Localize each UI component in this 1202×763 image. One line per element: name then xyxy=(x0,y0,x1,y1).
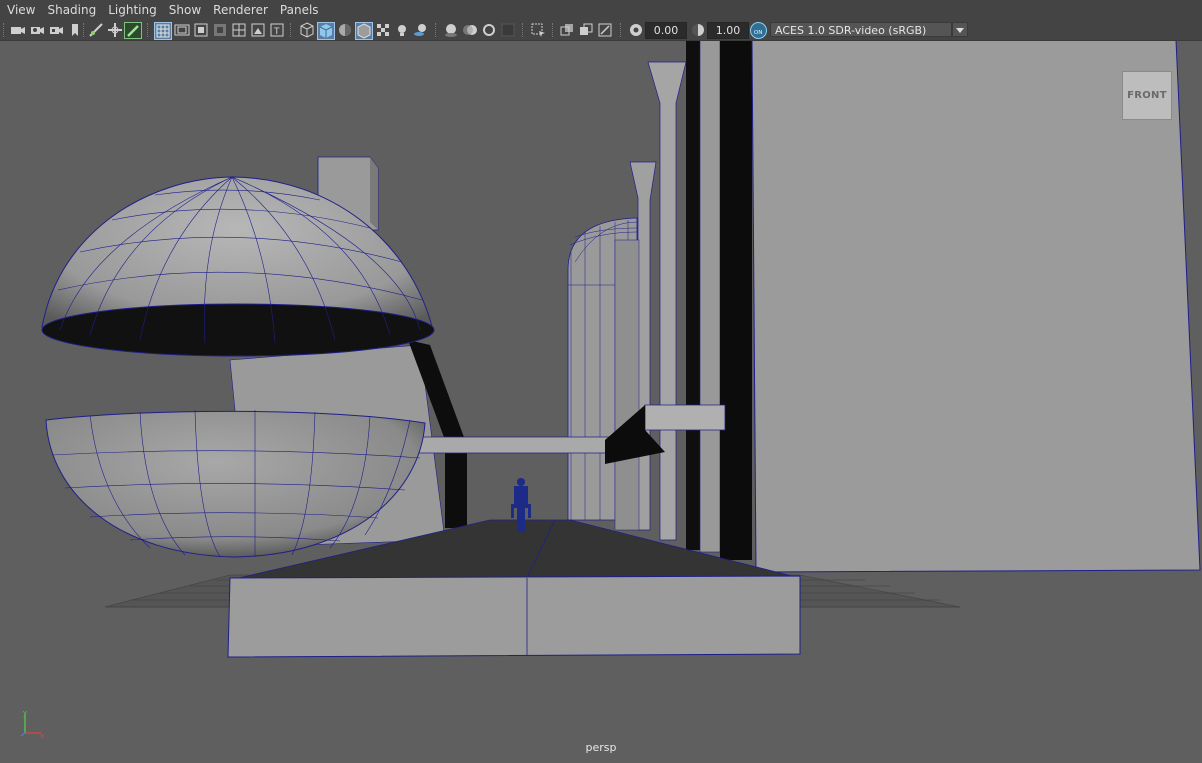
default-material-icon[interactable] xyxy=(337,22,353,38)
menu-panels[interactable]: Panels xyxy=(274,0,325,20)
3d-viewport[interactable]: FRONT y x persp xyxy=(0,41,1202,763)
menu-renderer[interactable]: Renderer xyxy=(207,0,274,20)
bridge xyxy=(417,436,621,454)
xray-active-icon[interactable] xyxy=(578,22,594,38)
shadows-icon[interactable] xyxy=(413,22,429,38)
axis-indicator: y x xyxy=(20,709,44,739)
grease-pencil-icon[interactable] xyxy=(124,22,142,39)
toolbar-separator xyxy=(552,23,555,37)
menu-show[interactable]: Show xyxy=(163,0,207,20)
toolbar-separator xyxy=(620,23,623,37)
toolbar-separator xyxy=(435,23,438,37)
color-management-icon[interactable]: ON xyxy=(750,22,767,39)
panel-menubar: View Shading Lighting Show Renderer Pane… xyxy=(0,0,1202,20)
camera-name-label: persp xyxy=(585,741,617,754)
toolbar-separator xyxy=(83,23,86,37)
chevron-down-icon xyxy=(956,27,964,33)
svg-text:T: T xyxy=(273,27,280,37)
depth-of-field-icon[interactable] xyxy=(500,22,516,38)
panel-toolbar: T 0.00 1.00 ON ACES 1.0 SDR-video (sRGB) xyxy=(0,20,1202,41)
toolbar-separator xyxy=(3,23,6,37)
menu-lighting[interactable]: Lighting xyxy=(102,0,163,20)
bookmark-icon[interactable] xyxy=(67,22,83,38)
axis-x-label: x xyxy=(40,732,44,739)
svg-text:ON: ON xyxy=(754,29,763,35)
xray-joints-icon[interactable] xyxy=(597,22,613,38)
viewport-scene xyxy=(41,41,1201,658)
toolbar-separator xyxy=(290,23,293,37)
resolution-gate-icon[interactable] xyxy=(193,22,209,38)
wireframe-icon[interactable] xyxy=(299,22,315,38)
gamma-field[interactable]: 0.00 xyxy=(645,22,687,39)
2d-pan-zoom-icon[interactable] xyxy=(107,22,123,38)
right-wall xyxy=(751,41,1201,573)
anti-aliasing-icon[interactable] xyxy=(481,22,497,38)
toolbar-separator xyxy=(147,23,150,37)
lights-icon[interactable] xyxy=(394,22,410,38)
grid-icon[interactable] xyxy=(154,22,172,40)
isolate-select-icon[interactable] xyxy=(530,22,546,38)
exposure-icon[interactable] xyxy=(690,22,706,38)
exposure-field[interactable]: 1.00 xyxy=(707,22,749,39)
colorspace-dropdown-button[interactable] xyxy=(952,22,968,37)
platform xyxy=(227,575,801,658)
camera-attributes-icon[interactable] xyxy=(29,22,45,38)
camera-bookmark-icon[interactable] xyxy=(48,22,64,38)
gamma-icon[interactable] xyxy=(628,22,644,38)
viewcube[interactable]: FRONT xyxy=(1122,71,1172,120)
axis-y-label: y xyxy=(23,709,27,717)
safe-title-icon[interactable]: T xyxy=(269,22,285,38)
safe-action-icon[interactable] xyxy=(250,22,266,38)
toolbar-separator xyxy=(522,23,525,37)
menu-view[interactable]: View xyxy=(0,0,41,20)
camera-icon[interactable] xyxy=(10,22,26,38)
textured-icon[interactable] xyxy=(375,22,391,38)
film-gate-icon[interactable] xyxy=(174,22,190,38)
field-chart-icon[interactable] xyxy=(231,22,247,38)
image-plane-icon[interactable] xyxy=(88,22,104,38)
smooth-shade-icon[interactable] xyxy=(317,22,335,40)
menu-shading[interactable]: Shading xyxy=(41,0,102,20)
motion-blur-icon[interactable] xyxy=(462,22,478,38)
wireframe-on-shaded-icon[interactable] xyxy=(355,22,373,40)
colorspace-field[interactable]: ACES 1.0 SDR-video (sRGB) xyxy=(770,22,952,37)
gate-mask-icon[interactable] xyxy=(212,22,228,38)
screen-space-ao-icon[interactable] xyxy=(443,22,459,38)
xray-icon[interactable] xyxy=(559,22,575,38)
